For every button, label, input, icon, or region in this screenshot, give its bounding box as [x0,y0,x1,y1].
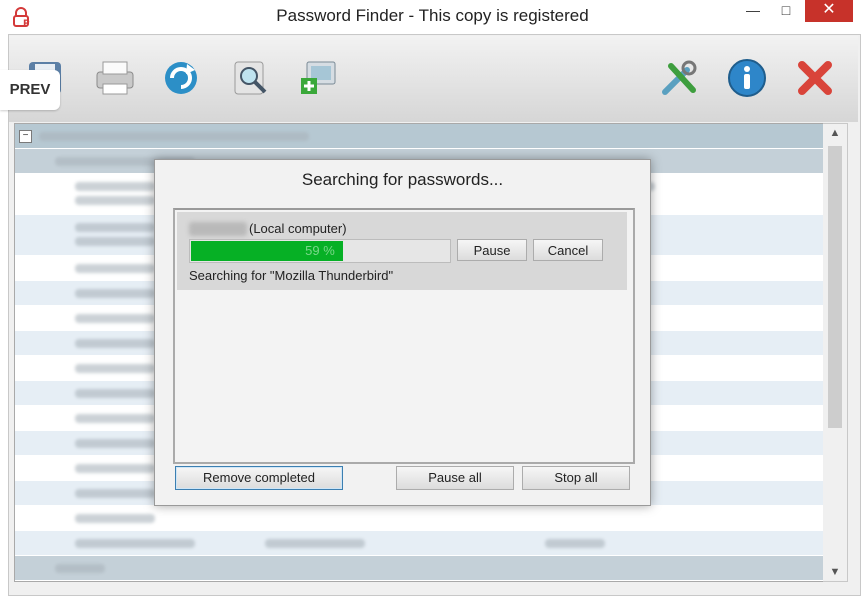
refresh-icon[interactable] [159,56,203,100]
search-task: (Local computer) 59 % Pause Cancel Searc… [177,212,627,290]
title-bar: P Password Finder - This copy is registe… [0,0,865,34]
prev-button[interactable]: PREV [0,70,60,110]
window-title: Password Finder - This copy is registere… [276,6,589,25]
stop-all-button[interactable]: Stop all [522,466,630,490]
settings-icon[interactable] [657,56,701,100]
table-row[interactable] [15,581,823,582]
computer-label: (Local computer) [249,221,347,236]
maximize-button[interactable]: □ [773,0,799,22]
tree-group-row[interactable] [15,556,823,581]
search-status: Searching for "Mozilla Thunderbird" [189,268,394,283]
pause-button[interactable]: Pause [457,239,527,261]
search-progress-dialog: Searching for passwords... (Local comput… [154,159,651,506]
collapse-toggle[interactable]: − [19,130,32,143]
progress-bar: 59 % [189,239,451,263]
toolbar [9,36,858,122]
scroll-thumb[interactable] [828,146,842,428]
remove-completed-button[interactable]: Remove completed [175,466,343,490]
computer-name-redacted [189,222,247,236]
table-row[interactable] [15,531,823,556]
add-computer-icon[interactable] [297,56,341,100]
pause-all-button[interactable]: Pause all [396,466,514,490]
dialog-title: Searching for passwords... [301,170,504,189]
vertical-scrollbar[interactable]: ▲ ▼ [823,123,848,582]
table-row[interactable] [15,506,823,531]
info-icon[interactable] [725,56,769,100]
progress-text: 59 % [305,243,335,258]
search-icon[interactable] [229,56,273,100]
cancel-button[interactable]: Cancel [533,239,603,261]
minimize-button[interactable]: — [740,0,766,22]
exit-icon[interactable] [793,56,837,100]
search-task-panel: (Local computer) 59 % Pause Cancel Searc… [173,208,635,464]
scroll-up-icon[interactable]: ▲ [823,124,847,142]
print-icon[interactable] [93,56,137,100]
scroll-down-icon[interactable]: ▼ [823,563,847,581]
close-button[interactable]: ✕ [805,0,853,22]
tree-group-row[interactable]: − [15,124,823,149]
